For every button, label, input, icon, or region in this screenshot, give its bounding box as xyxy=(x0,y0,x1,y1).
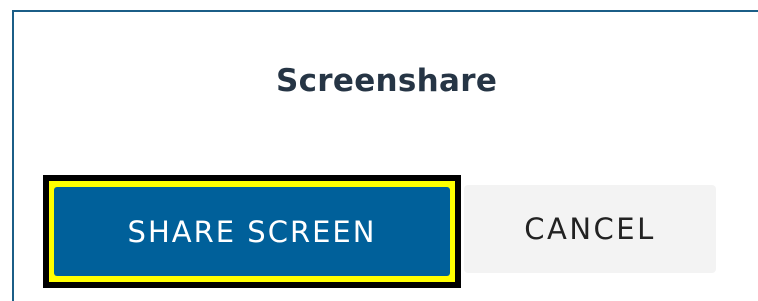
share-screen-button[interactable]: SHARE SCREEN xyxy=(54,187,450,276)
cancel-button[interactable]: CANCEL xyxy=(464,185,716,273)
dialog-title: Screenshare xyxy=(276,63,498,99)
focus-ring-highlight: SHARE SCREEN xyxy=(49,181,455,282)
focus-ring: SHARE SCREEN xyxy=(43,175,461,288)
